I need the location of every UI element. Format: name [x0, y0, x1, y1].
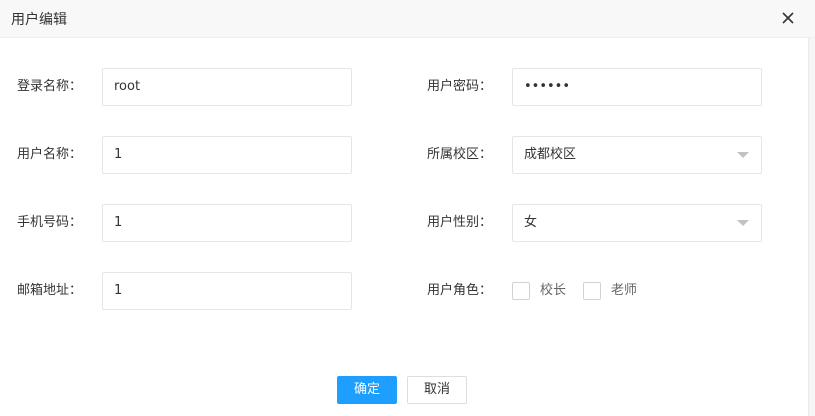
password-input[interactable]: •••••• — [512, 68, 762, 106]
chevron-down-icon — [737, 220, 749, 226]
chevron-down-icon — [737, 152, 749, 158]
phone-value: 1 — [114, 215, 123, 230]
email-value: 1 — [114, 283, 123, 298]
dialog-titlebar: 用户编辑 — [0, 0, 815, 38]
login-name-label: 登录名称： — [17, 79, 83, 94]
gender-select[interactable]: 女 — [512, 204, 762, 242]
close-icon[interactable] — [778, 8, 798, 28]
user-name-value: 1 — [114, 147, 123, 162]
password-label: 用户密码： — [427, 79, 493, 94]
dialog-title: 用户编辑 — [11, 12, 67, 28]
scrollbar[interactable] — [808, 38, 815, 416]
role-option-label: 校长 — [540, 283, 567, 298]
role-checkbox-principal[interactable] — [512, 282, 530, 300]
login-name-input[interactable]: root — [102, 68, 352, 106]
role-label: 用户角色： — [427, 283, 493, 298]
phone-label: 手机号码： — [17, 215, 83, 230]
gender-label: 用户性别： — [427, 215, 493, 230]
user-name-label: 用户名称： — [17, 147, 83, 162]
role-option-label: 老师 — [611, 283, 638, 298]
cancel-button[interactable]: 取消 — [407, 376, 467, 404]
campus-value: 成都校区 — [524, 147, 577, 162]
login-name-value: root — [114, 79, 141, 94]
email-input[interactable]: 1 — [102, 272, 352, 310]
confirm-button[interactable]: 确定 — [337, 376, 397, 404]
campus-label: 所属校区： — [427, 147, 493, 162]
role-checkbox-teacher[interactable] — [583, 282, 601, 300]
email-label: 邮箱地址： — [17, 283, 83, 298]
user-name-input[interactable]: 1 — [102, 136, 352, 174]
campus-select[interactable]: 成都校区 — [512, 136, 762, 174]
phone-input[interactable]: 1 — [102, 204, 352, 242]
password-value: •••••• — [524, 79, 571, 94]
gender-value: 女 — [524, 215, 538, 230]
